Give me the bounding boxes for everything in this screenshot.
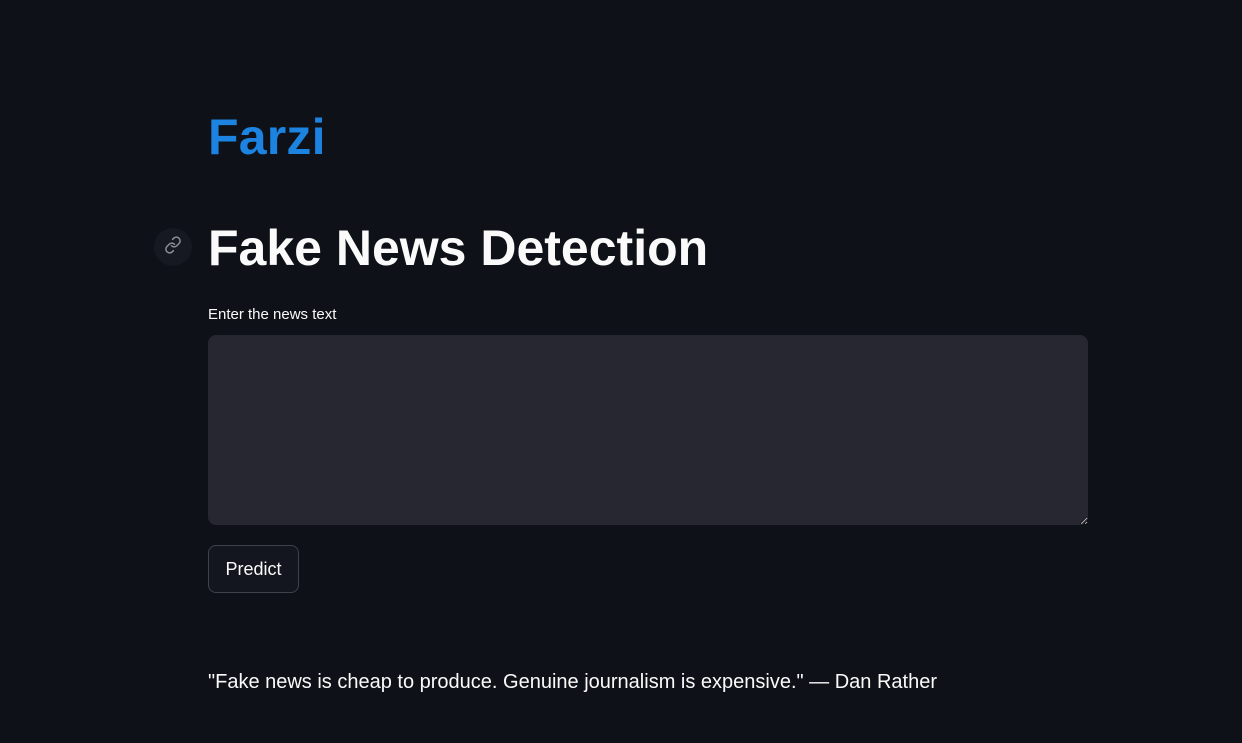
heading-anchor-link[interactable] [154,228,192,266]
predict-button[interactable]: Predict [208,545,299,593]
brand-title: Farzi [208,109,326,165]
link-icon [164,235,182,259]
news-text-input[interactable] [208,335,1088,525]
news-text-label: Enter the news text [208,306,337,323]
app-root: Farzi Fake News Detection Enter the news… [0,0,1242,743]
footer-quote: "Fake news is cheap to produce. Genuine … [208,671,938,693]
page-title: Fake News Detection [208,220,709,276]
